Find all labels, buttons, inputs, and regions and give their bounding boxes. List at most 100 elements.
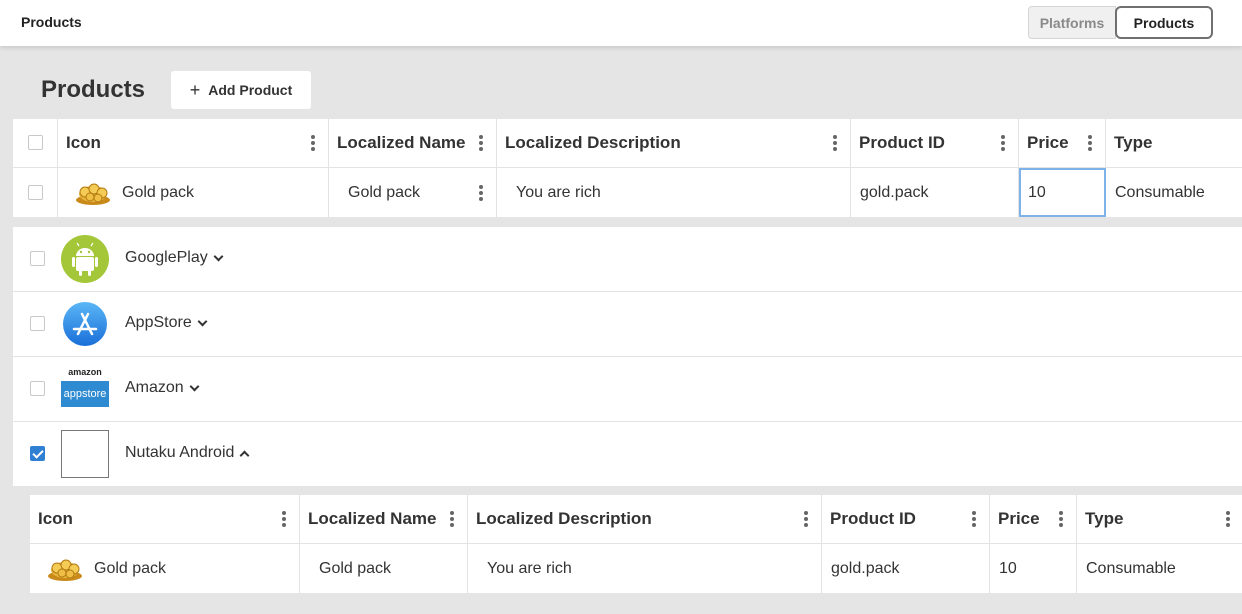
col-localized-name: Localized Name [329,119,497,167]
col-icon-label: Icon [66,133,101,152]
top-bar: Products Platforms Products [0,0,1242,46]
col-product-id: Product ID [851,119,1019,167]
type-value: Consumable [1086,559,1176,577]
tab-products[interactable]: Products [1115,6,1213,39]
amazon-icon-text-bottom: appstore [61,381,109,407]
localized-name-menu-icon[interactable] [479,184,483,201]
gold-coins-icon [76,183,110,205]
platform-name[interactable]: Amazon [125,379,200,397]
amazon-icon-text-top: amazon [68,367,102,377]
col-price-label: Price [998,509,1040,528]
col-type: Type [1106,119,1242,167]
platform-name[interactable]: GooglePlay [125,249,224,267]
col-localized-name-menu-icon[interactable] [479,135,483,151]
row-localized-description-cell[interactable]: You are rich [468,544,822,593]
row-localized-name-cell[interactable]: Gold pack [300,544,468,593]
col-localized-description-label: Localized Description [505,133,681,152]
col-localized-name: Localized Name [300,495,468,543]
col-localized-name-label: Localized Name [337,133,466,152]
amazon-appstore-icon: amazon appstore [61,365,109,413]
appstore-icon [63,302,107,346]
gold-coins-icon [48,559,82,581]
col-localized-name-label: Localized Name [308,509,437,528]
col-icon-label: Icon [38,509,73,528]
row-price-cell: 10 [1019,168,1106,217]
row-checkbox[interactable] [28,185,43,200]
price-value: 10 [1028,183,1046,201]
row-icon-cell: Gold pack [30,544,300,593]
platform-name[interactable]: Nutaku Android [125,444,250,462]
col-localized-description-label: Localized Description [476,509,652,528]
plus-icon: + [189,80,201,100]
platform-checkbox[interactable] [30,251,45,266]
chevron-up-icon[interactable] [239,450,250,460]
product-name: Gold pack [94,559,167,577]
platform-row-nutaku-android[interactable]: Nutaku Android [13,422,1242,486]
row-select-cell [13,168,58,217]
col-price-label: Price [1027,133,1069,152]
col-localized-description: Localized Description [497,119,851,167]
row-type-cell[interactable]: Consumable [1077,544,1242,593]
chevron-down-icon[interactable] [197,316,208,326]
col-product-id-label: Product ID [830,509,916,528]
col-icon: Icon [58,119,329,167]
row-product-id-cell[interactable]: gold.pack [822,544,990,593]
col-localized-description-menu-icon[interactable] [833,135,837,151]
col-icon-menu-icon[interactable] [311,135,315,151]
platform-checkbox[interactable] [30,381,45,396]
table-row[interactable]: Gold pack Gold pack You are rich gold.pa… [13,168,1242,217]
platform-row-amazon[interactable]: amazon appstore Amazon [13,357,1242,422]
platform-checkbox[interactable] [30,446,45,461]
table-row[interactable]: Gold pack Gold pack You are rich gold.pa… [30,544,1242,593]
localized-description-value: You are rich [516,183,601,201]
product-name: Gold pack [122,183,195,201]
price-value: 10 [999,559,1017,577]
row-localized-description-cell[interactable]: You are rich [497,168,851,217]
col-product-id-menu-icon[interactable] [1001,135,1005,151]
topbar-title: Products [21,14,82,30]
col-type-label: Type [1114,133,1153,152]
chevron-down-icon[interactable] [189,381,200,391]
col-icon-menu-icon[interactable] [282,511,286,527]
products-table: Icon Localized Name Localized Descriptio… [13,119,1242,217]
col-price-menu-icon[interactable] [1088,135,1092,151]
col-type-label: Type [1085,509,1124,528]
chevron-down-icon[interactable] [213,251,224,261]
row-price-cell[interactable]: 10 [990,544,1077,593]
row-type-cell[interactable]: Consumable [1106,168,1242,217]
product-id-value: gold.pack [831,559,900,577]
col-product-id-menu-icon[interactable] [972,511,976,527]
col-product-id-label: Product ID [859,133,945,152]
table-header: Icon Localized Name Localized Descriptio… [30,495,1242,544]
page-title: Products [41,76,146,103]
platform-row-googleplay[interactable]: GooglePlay [13,227,1242,292]
col-price: Price [1019,119,1106,167]
platform-name-text: GooglePlay [125,249,208,266]
row-localized-name-cell[interactable]: Gold pack [329,168,497,217]
col-type: Type [1077,495,1242,543]
col-localized-name-menu-icon[interactable] [450,511,454,527]
col-type-menu-icon[interactable] [1226,511,1230,527]
platform-name-text: Amazon [125,379,184,396]
android-icon [61,235,109,283]
col-icon: Icon [30,495,300,543]
add-product-button[interactable]: + Add Product [171,71,311,109]
price-input[interactable]: 10 [1019,168,1106,217]
platform-name[interactable]: AppStore [125,314,208,332]
platform-name-text: Nutaku Android [125,444,235,461]
col-price-menu-icon[interactable] [1059,511,1063,527]
nutaku-products-table: Icon Localized Name Localized Descriptio… [30,495,1242,593]
col-localized-description-menu-icon[interactable] [804,511,808,527]
col-price: Price [990,495,1077,543]
localized-name-value: Gold pack [348,183,421,201]
table-header: Icon Localized Name Localized Descriptio… [13,119,1242,168]
row-product-id-cell[interactable]: gold.pack [851,168,1019,217]
row-icon-cell: Gold pack [58,168,329,217]
platform-checkbox[interactable] [30,316,45,331]
select-all-cell [13,119,58,167]
add-product-label: Add Product [208,82,293,98]
platform-row-appstore[interactable]: AppStore [13,292,1242,357]
tab-platforms[interactable]: Platforms [1028,6,1116,39]
col-localized-description: Localized Description [468,495,822,543]
select-all-checkbox[interactable] [28,135,43,150]
